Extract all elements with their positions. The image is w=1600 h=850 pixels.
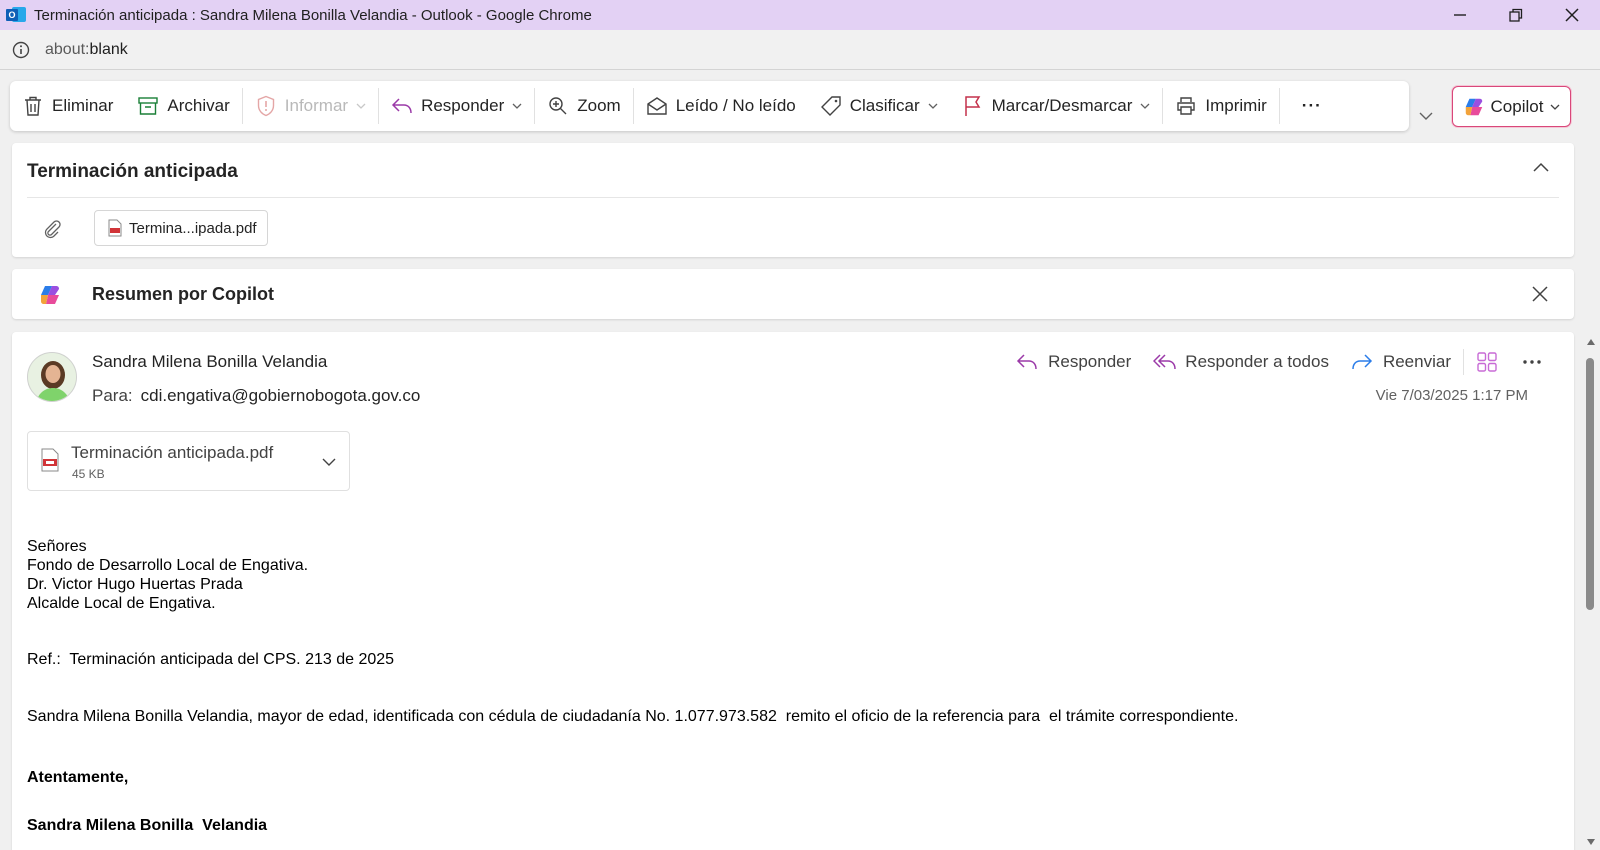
body-closing: Atentamente, — [27, 769, 129, 786]
flag-icon — [962, 95, 984, 117]
browser-title-bar: O Terminación anticipada : Sandra Milena… — [0, 0, 1600, 30]
body-salutation: Señores — [27, 538, 87, 555]
sender-name[interactable]: Sandra Milena Bonilla Velandia — [92, 352, 327, 372]
subject-card: Terminación anticipada Termina...ipada.p… — [12, 143, 1574, 257]
body-reference: Ref.: Terminación anticipada del CPS. 21… — [27, 651, 395, 668]
chevron-down-icon — [356, 101, 366, 111]
scroll-down-arrow-icon[interactable] — [1586, 838, 1596, 846]
forward-label: Reenviar — [1382, 352, 1451, 371]
to-label: Para: — [92, 386, 133, 405]
copilot-summary-bar[interactable]: Resumen por Copilot — [12, 269, 1574, 319]
archive-icon — [137, 95, 159, 117]
recipient-address[interactable]: cdi.engativa@gobiernobogota.gov.co — [141, 386, 421, 405]
report-label: Informar — [284, 96, 349, 115]
printer-icon — [1175, 95, 1197, 117]
archive-label: Archivar — [167, 96, 230, 115]
url-text: about:blank — [45, 40, 128, 58]
reply-button[interactable]: Responder — [379, 81, 534, 131]
flag-button[interactable]: Marcar/Desmarcar — [950, 81, 1163, 131]
attachment-chip[interactable]: Termina...ipada.pdf — [94, 210, 268, 246]
message-actions: Responder Responder a todos Reenviar — [994, 342, 1544, 382]
delete-label: Eliminar — [52, 96, 114, 115]
reply-all-icon — [1153, 352, 1177, 372]
report-button[interactable]: Informar — [243, 81, 378, 131]
zoom-button[interactable]: Zoom — [535, 81, 632, 131]
close-window-button[interactable] — [1544, 0, 1600, 30]
copilot-logo-icon — [1465, 98, 1482, 115]
more-horizontal-icon[interactable] — [1522, 351, 1544, 373]
minimize-icon — [1454, 14, 1466, 16]
more-options-button[interactable]: ··· — [1280, 81, 1344, 131]
close-icon — [1565, 8, 1579, 22]
pdf-file-icon — [41, 448, 59, 472]
apps-grid-icon[interactable] — [1476, 351, 1498, 373]
body-signature: Sandra Milena Bonilla Velandia — [27, 817, 268, 834]
chevron-down-icon — [1140, 101, 1150, 111]
outlook-app-icon: O — [6, 6, 26, 24]
attachment-card[interactable]: Terminación anticipada.pdf 45 KB — [27, 431, 350, 491]
reply-label: Responder — [1048, 352, 1132, 371]
scroll-up-arrow-icon[interactable] — [1586, 338, 1596, 346]
flag-label: Marcar/Desmarcar — [991, 96, 1133, 115]
message-card: Sandra Milena Bonilla Velandia Para: cdi.… — [12, 332, 1574, 850]
ribbon-expand-chevron-icon[interactable] — [1418, 108, 1434, 124]
chevron-down-icon — [928, 101, 938, 111]
body-paragraph: Sandra Milena Bonilla Velandia, mayor de… — [27, 708, 1239, 725]
more-horizontal-icon: ··· — [1301, 96, 1322, 115]
address-bar[interactable]: about:blank — [0, 30, 1600, 70]
recipient-line: Para: cdi.engativa@gobiernobogota.gov.co — [92, 386, 420, 406]
chevron-down-icon — [1550, 104, 1560, 110]
delete-button[interactable]: Eliminar — [10, 81, 125, 131]
zoom-in-icon — [547, 95, 569, 117]
chevron-down-icon — [512, 101, 522, 111]
forward-button[interactable]: Reenviar — [1351, 352, 1451, 372]
message-subject: Terminación anticipada — [27, 161, 238, 182]
command-ribbon: Eliminar Archivar Informar Responder Zoo… — [10, 81, 1409, 131]
paperclip-icon — [44, 220, 61, 239]
window-title: Terminación anticipada : Sandra Milena B… — [34, 6, 592, 24]
reply-all-label: Responder a todos — [1185, 352, 1329, 371]
copilot-label: Copilot — [1490, 96, 1544, 116]
attachment-size: 45 KB — [72, 467, 105, 481]
reply-all-button[interactable]: Responder a todos — [1153, 352, 1329, 372]
attachment-name: Terminación anticipada.pdf — [71, 443, 274, 462]
restore-icon — [1509, 8, 1523, 22]
scrollbar-thumb[interactable] — [1586, 358, 1594, 610]
archive-button[interactable]: Archivar — [125, 81, 241, 131]
shield-warning-icon — [255, 95, 277, 117]
read-unread-button[interactable]: Leído / No leído — [634, 81, 808, 131]
print-button[interactable]: Imprimir — [1163, 81, 1278, 131]
body-line: Alcalde Local de Engativa. — [27, 595, 216, 612]
copilot-button[interactable]: Copilot — [1452, 86, 1571, 127]
forward-icon — [1351, 352, 1375, 372]
avatar[interactable] — [27, 352, 77, 402]
body-line: Fondo de Desarrollo Local de Engativa. — [27, 557, 309, 574]
trash-icon — [22, 95, 44, 117]
restore-button[interactable] — [1488, 0, 1544, 30]
message-date: Vie 7/03/2025 1:17 PM — [1375, 387, 1528, 404]
reply-icon — [391, 95, 413, 117]
envelope-open-icon — [646, 95, 668, 117]
attachment-chip-label: Termina...ipada.pdf — [129, 219, 257, 237]
body-line: Dr. Victor Hugo Huertas Prada — [27, 576, 243, 593]
categorize-label: Clasificar — [849, 96, 920, 115]
copilot-logo-icon — [41, 286, 59, 304]
reply-button[interactable]: Responder — [1016, 352, 1131, 372]
categorize-button[interactable]: Clasificar — [808, 81, 950, 131]
site-info-icon[interactable] — [11, 40, 31, 60]
copilot-summary-title: Resumen por Copilot — [92, 284, 275, 304]
tag-icon — [820, 95, 842, 117]
zoom-label: Zoom — [577, 96, 621, 115]
minimize-button[interactable] — [1432, 0, 1488, 30]
reply-icon — [1016, 352, 1040, 372]
close-icon[interactable] — [1530, 284, 1550, 304]
chevron-up-icon[interactable] — [1532, 159, 1550, 177]
reply-label: Responder — [421, 96, 505, 115]
print-label: Imprimir — [1205, 96, 1267, 115]
read-unread-label: Leído / No leído — [675, 96, 796, 115]
chevron-down-icon[interactable] — [321, 454, 337, 470]
pdf-file-icon — [108, 219, 122, 237]
